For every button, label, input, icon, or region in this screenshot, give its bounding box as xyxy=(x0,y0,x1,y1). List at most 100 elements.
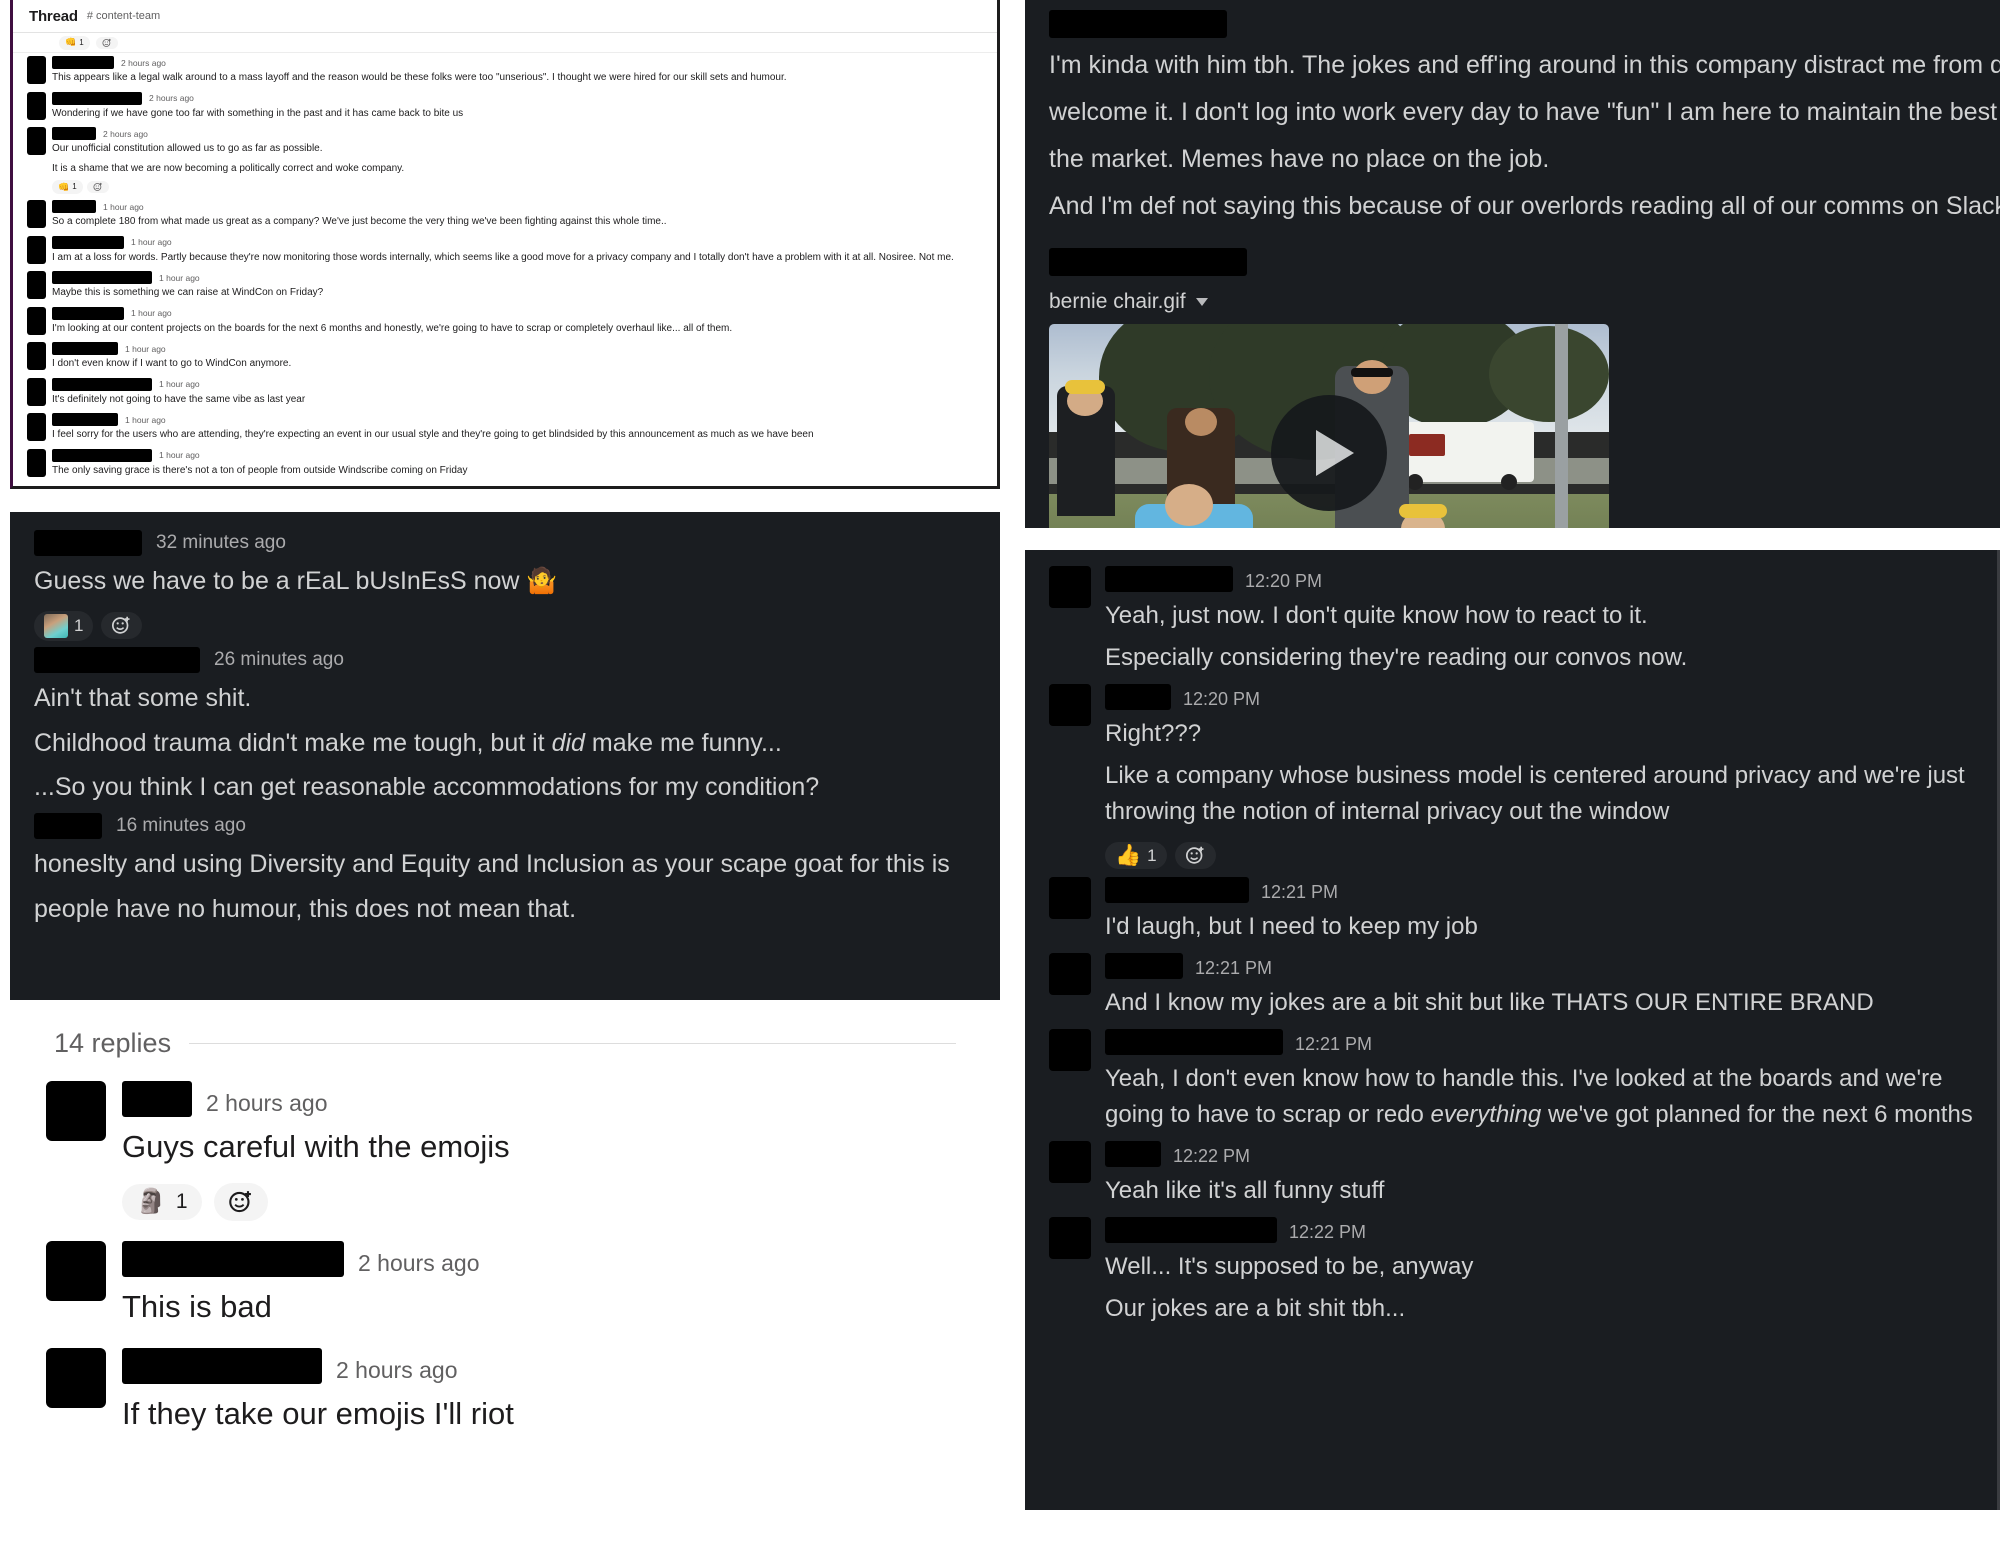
reply-item: 2 hours ago If they take our emojis I'll… xyxy=(10,1334,1000,1440)
sender-name-redacted xyxy=(52,413,118,426)
message-timestamp: 12:21 PM xyxy=(1295,1034,1373,1054)
thread-message: 2 hours ago This appears like a legal wa… xyxy=(13,53,997,89)
message-text: Yeah, I don't even know how to handle th… xyxy=(1105,1065,1973,1128)
reaction-emoji-icon: 👍 xyxy=(1115,844,1142,867)
reaction-emoji-icon: 👊 xyxy=(65,37,77,47)
reaction-chip[interactable]: 👍 1 xyxy=(1105,842,1167,869)
message-text-line: I'm kinda with him tbh. The jokes and ef… xyxy=(1049,51,2000,79)
reaction-chip[interactable]: 1 xyxy=(34,610,94,641)
replies-divider: 14 replies xyxy=(10,1000,1000,1067)
avatar-redacted xyxy=(1049,1141,1091,1183)
play-video-button[interactable] xyxy=(1271,395,1387,511)
message-text: I am at a loss for words. Partly because… xyxy=(52,251,954,263)
sender-name-redacted xyxy=(34,646,200,673)
message-with-attachment: I'm kinda with him tbh. The jokes and ef… xyxy=(1025,0,2000,528)
message-timestamp: 1 hour ago xyxy=(125,414,166,425)
sender-name-redacted xyxy=(52,235,124,249)
message-text: Childhood trauma didn't make me tough, b… xyxy=(34,728,782,757)
add-reaction-icon xyxy=(1185,846,1204,864)
thumb-truck-wheel xyxy=(1501,474,1517,490)
message-text: ...So you think I can get reasonable acc… xyxy=(34,773,820,802)
thread-message: 1 hour ago I'm looking at our content pr… xyxy=(13,304,997,340)
attachment-filename: bernie chair.gif xyxy=(1049,290,1186,313)
sender-name-redacted xyxy=(52,342,118,355)
message-text: Yeah like it's all funny stuff xyxy=(1105,1177,1385,1204)
message-text: Yeah, just now. I don't quite know how t… xyxy=(1105,602,1648,629)
thumb-truck-decal xyxy=(1409,434,1445,456)
avatar-redacted xyxy=(1049,953,1091,995)
message-text-continuation: Especially considering they're reading o… xyxy=(1105,644,1688,671)
avatar-redacted xyxy=(27,271,46,299)
avatar-redacted xyxy=(46,1081,106,1141)
add-reaction-icon xyxy=(102,38,111,47)
thread-header: Thread # content-team xyxy=(13,0,997,33)
message-text-block: I'm kinda with him tbh. The jokes and ef… xyxy=(1049,46,2000,179)
avatar-redacted xyxy=(1049,566,1091,608)
reply-item: 2 hours ago Guys careful with the emojis… xyxy=(10,1067,1000,1227)
message-text: It is a shame that we are now becoming a… xyxy=(52,162,405,174)
sender-name-redacted xyxy=(52,306,124,320)
message-text: I'd laugh, but I need to keep my job xyxy=(1105,913,1478,940)
sender-name-redacted xyxy=(52,127,96,140)
add-reaction-button[interactable] xyxy=(213,1183,268,1222)
dark-message-list-right: 12:20 PM Yeah, just now. I don't quite k… xyxy=(1025,550,1997,1329)
add-reaction-icon xyxy=(112,616,130,634)
message-timestamp: 2 hours ago xyxy=(121,57,166,68)
dark-conversation-panel-bottom-right: 12:20 PM Yeah, just now. I don't quite k… xyxy=(1025,550,2000,1510)
add-reaction-button[interactable] xyxy=(101,612,143,640)
message-text: If they take our emojis I'll riot xyxy=(122,1395,514,1431)
sender-name-redacted xyxy=(52,56,114,69)
avatar-redacted xyxy=(27,91,46,120)
thread-message: 1 hour ago The only saving grace is ther… xyxy=(13,446,997,482)
dark-message: 12:20 PM Yeah, just now. I don't quite k… xyxy=(1025,560,1997,678)
sender-name-redacted xyxy=(34,813,102,839)
dark-message: 12:20 PM Right??? Like a company whose b… xyxy=(1025,678,1997,871)
add-reaction-button[interactable] xyxy=(86,181,109,193)
reaction-chip[interactable]: 👊 1 xyxy=(52,180,83,194)
reply-item: 2 hours ago This is bad xyxy=(10,1227,1000,1333)
avatar-redacted xyxy=(27,56,46,84)
divider-line xyxy=(189,1043,956,1044)
thread-message-list: 2 hours ago This appears like a legal wa… xyxy=(13,53,997,481)
thumb-person-head xyxy=(1185,408,1217,436)
thread-message: 1 hour ago I am at a loss for words. Par… xyxy=(13,233,997,269)
thread-channel-name[interactable]: # content-team xyxy=(87,10,160,22)
message-text-line: the market. Memes have no place on the j… xyxy=(1049,145,1550,173)
message-text: Our unofficial constitution allowed us t… xyxy=(52,143,323,154)
add-reaction-icon xyxy=(228,1191,251,1213)
message-text: So a complete 180 from what made us grea… xyxy=(52,216,667,227)
sender-name-redacted xyxy=(52,91,142,105)
reaction-chip[interactable]: 🗿 1 xyxy=(122,1184,202,1221)
add-reaction-icon xyxy=(93,182,102,191)
play-icon xyxy=(1316,430,1354,476)
replies-count-label[interactable]: 14 replies xyxy=(54,1028,171,1059)
message-timestamp: 12:21 PM xyxy=(1195,958,1273,978)
message-timestamp: 1 hour ago xyxy=(125,343,166,354)
thread-message: 1 hour ago I feel sorry for the users wh… xyxy=(13,410,997,446)
chevron-down-icon[interactable] xyxy=(1195,298,1208,306)
reaction-row: 🗿 1 xyxy=(122,1183,956,1222)
sender-name-redacted xyxy=(1105,877,1249,903)
message-text-continuation: Our jokes are a bit shit tbh... xyxy=(1105,1295,1406,1322)
sender-name-redacted xyxy=(1049,10,1227,38)
attachment-filename-row[interactable]: bernie chair.gif xyxy=(1049,290,1976,314)
reaction-row: 👍 1 xyxy=(1105,842,1973,869)
message-timestamp: 1 hour ago xyxy=(131,308,172,318)
thumb-person-head xyxy=(1353,360,1391,394)
sender-name-redacted xyxy=(122,1241,344,1278)
message-text: The only saving grace is there's not a t… xyxy=(52,464,468,476)
thumb-headband xyxy=(1065,380,1105,394)
avatar-redacted xyxy=(1049,684,1091,726)
thumb-person-head xyxy=(1165,484,1213,526)
reaction-chip-partial[interactable]: 👊 1 xyxy=(59,35,90,50)
gif-video-thumbnail[interactable] xyxy=(1049,324,1609,528)
message-timestamp: 2 hours ago xyxy=(103,128,148,139)
add-reaction-button[interactable] xyxy=(95,36,118,49)
dark-message: 32 minutes ago Guess we have to be a rEa… xyxy=(10,526,1000,643)
avatar-redacted xyxy=(1049,877,1091,919)
add-reaction-button[interactable] xyxy=(1174,842,1216,869)
message-timestamp: 16 minutes ago xyxy=(116,815,246,836)
avatar-redacted xyxy=(27,306,46,335)
thread-panel: Thread # content-team 👊 1 2 hours ago Thi… xyxy=(10,0,1000,489)
panel-top-strip xyxy=(10,512,1000,526)
